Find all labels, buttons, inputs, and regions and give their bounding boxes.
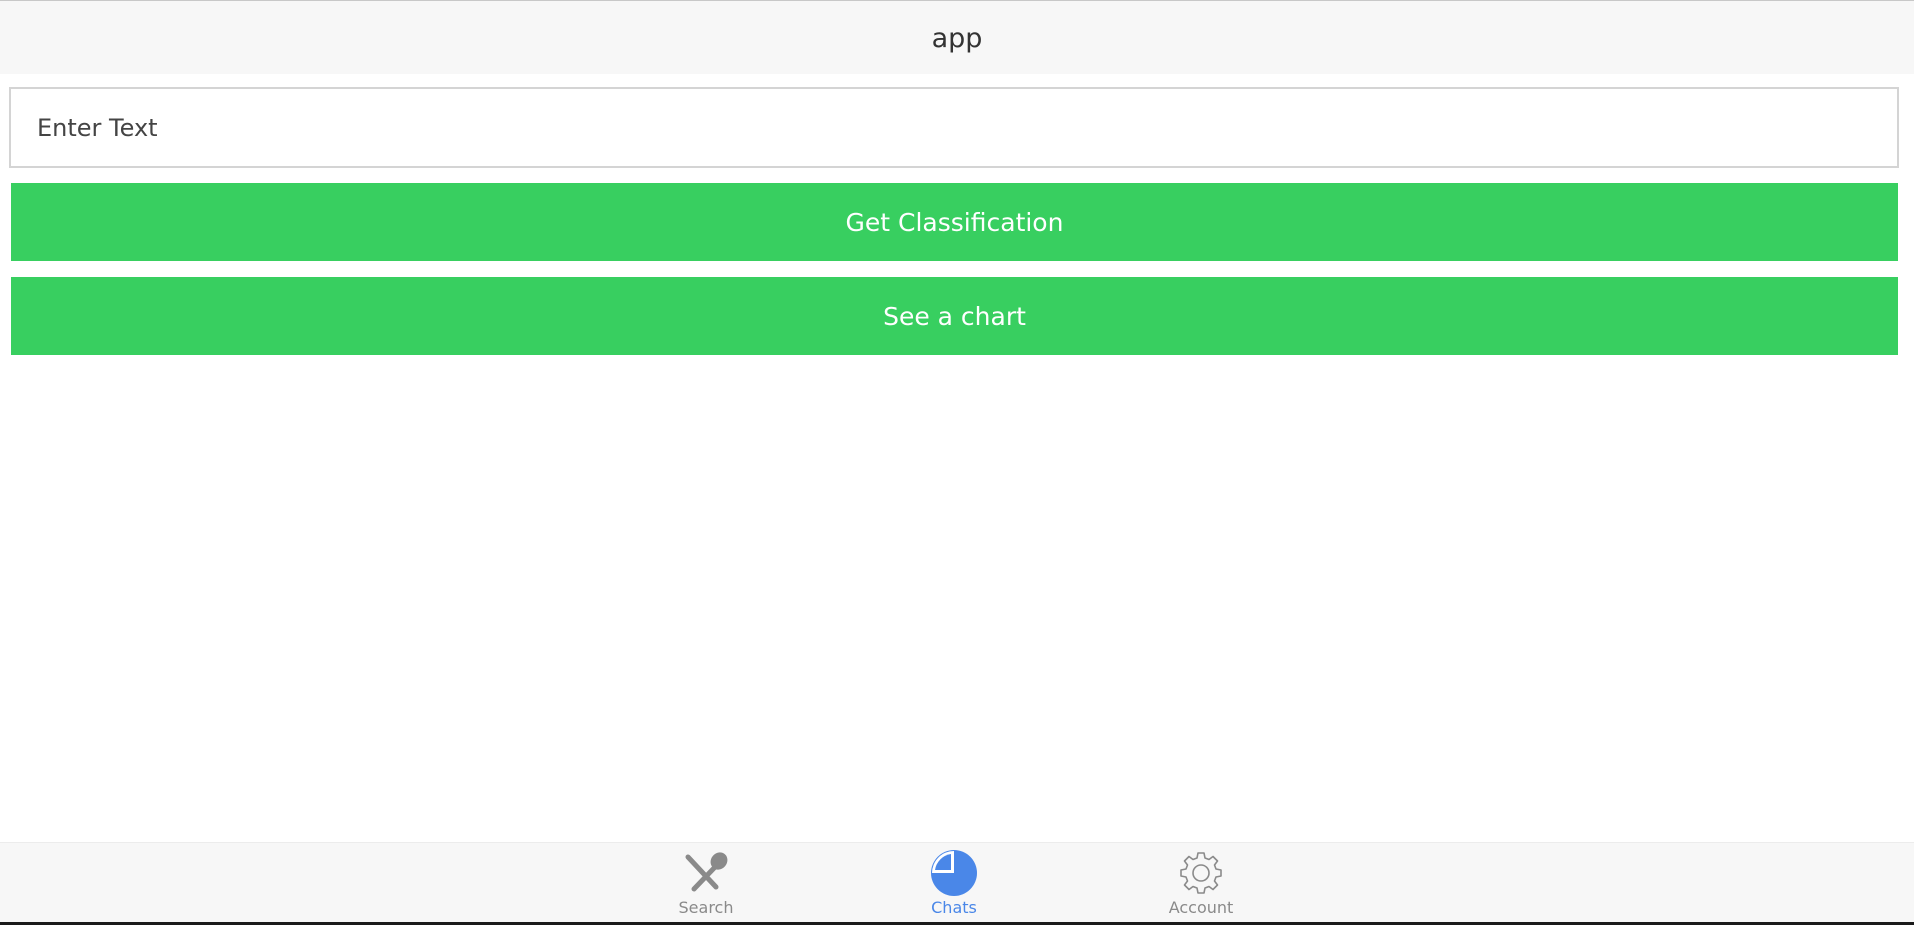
text-input[interactable]	[9, 87, 1899, 168]
tab-chats-label: Chats	[931, 898, 977, 917]
see-chart-button[interactable]: See a chart	[11, 277, 1898, 355]
tab-account[interactable]: Account	[1141, 843, 1261, 923]
tab-account-label: Account	[1168, 898, 1234, 917]
tab-chats[interactable]: Chats	[894, 843, 1014, 923]
page-title: app	[931, 23, 983, 54]
tab-search-label: Search	[678, 898, 734, 917]
top-bar: app	[0, 0, 1914, 74]
pie-chart-icon	[931, 850, 977, 896]
tab-search[interactable]: Search	[646, 843, 766, 923]
utensils-icon	[685, 852, 728, 892]
bottom-tab-bar: Search Chats Account	[0, 842, 1914, 922]
app-page: app Get Classification See a chart Searc…	[0, 0, 1914, 925]
get-classification-button[interactable]: Get Classification	[11, 183, 1898, 261]
gear-icon	[1180, 852, 1222, 894]
